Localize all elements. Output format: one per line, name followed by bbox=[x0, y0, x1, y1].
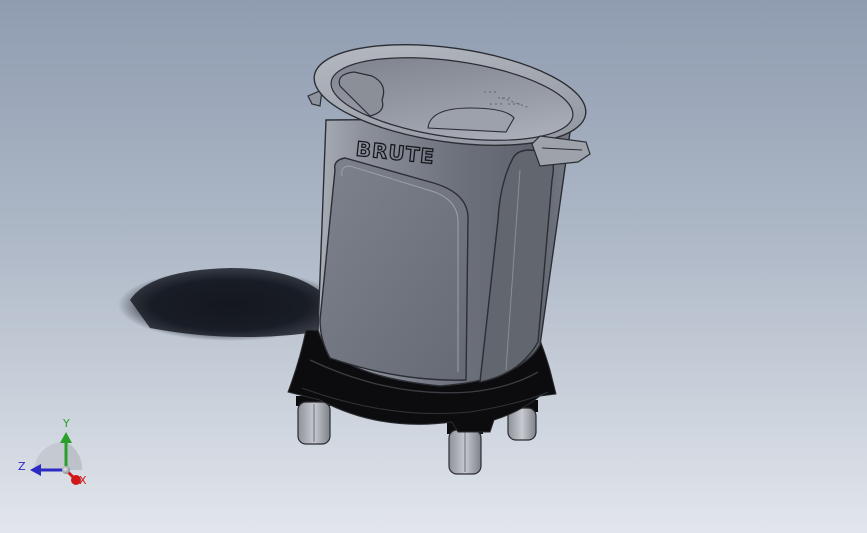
triad-origin bbox=[62, 466, 70, 474]
triad-y-arrow bbox=[60, 432, 72, 443]
view-orientation-triad[interactable]: Y Z X bbox=[18, 417, 87, 487]
graphics-viewport[interactable]: BRUTE Y Z X bbox=[0, 0, 867, 533]
triad-x-label: X bbox=[79, 474, 87, 487]
model-scene[interactable]: BRUTE Y Z X bbox=[0, 0, 867, 533]
triad-plane-yz bbox=[66, 442, 83, 470]
triad-y-label: Y bbox=[62, 417, 70, 430]
trash-can-body: BRUTE bbox=[317, 117, 573, 387]
triad-z-label: Z bbox=[18, 460, 26, 473]
